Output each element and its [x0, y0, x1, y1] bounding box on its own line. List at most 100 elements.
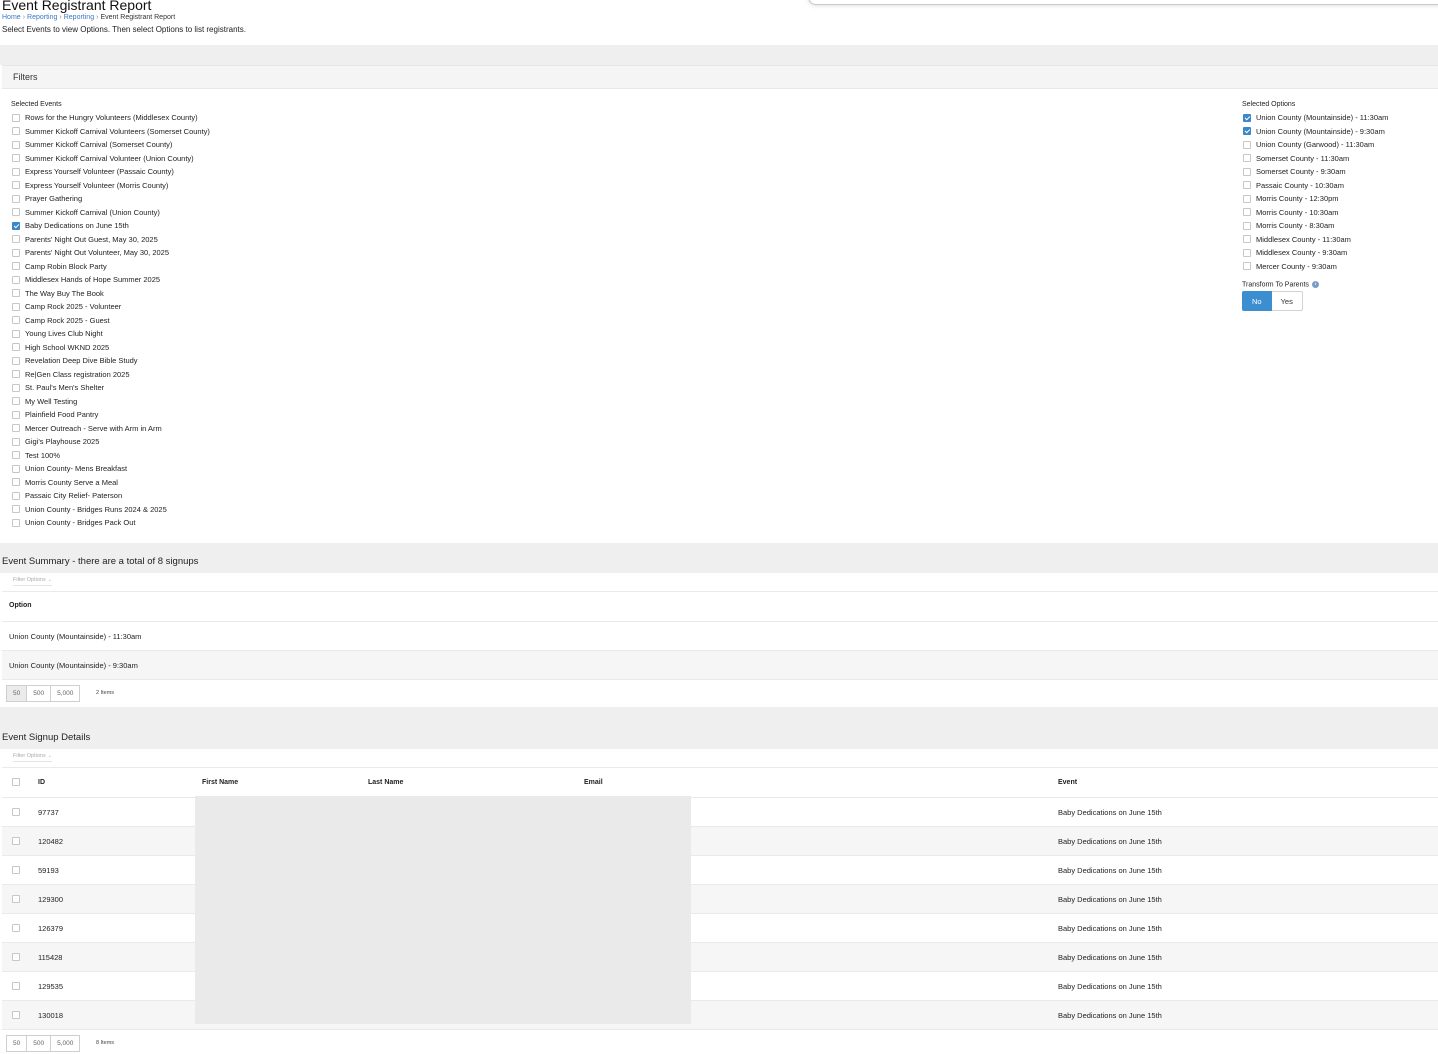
row-checkbox[interactable] [12, 837, 20, 845]
event-item[interactable]: Mercer Outreach - Serve with Arm in Arm [12, 422, 210, 436]
page-size-5000[interactable]: 5,000 [51, 685, 81, 702]
event-checkbox[interactable] [12, 464, 20, 473]
row-checkbox[interactable] [12, 808, 20, 816]
option-item[interactable]: Union County (Mountainside) - 9:30am [1243, 125, 1388, 139]
event-item[interactable]: Summer Kickoff Carnival (Somerset County… [12, 138, 210, 152]
event-item[interactable]: Rows for the Hungry Volunteers (Middlese… [12, 111, 210, 125]
row-checkbox[interactable] [12, 866, 20, 874]
event-checkbox[interactable] [12, 451, 20, 460]
event-checkbox[interactable] [12, 140, 20, 149]
event-checkbox[interactable] [12, 383, 20, 392]
option-checkbox[interactable] [1243, 221, 1251, 230]
event-item[interactable]: St. Paul's Men's Shelter [12, 381, 210, 395]
event-checkbox[interactable] [12, 208, 20, 217]
event-checkbox[interactable] [12, 302, 20, 311]
event-item[interactable]: Express Yourself Volunteer (Passaic Coun… [12, 165, 210, 179]
event-item[interactable]: Summer Kickoff Carnival Volunteer (Union… [12, 152, 210, 166]
breadcrumb-home[interactable]: Home [2, 14, 21, 21]
option-column-header[interactable]: Option [9, 602, 32, 609]
event-checkbox[interactable] [12, 113, 20, 122]
event-item[interactable]: Union County - Bridges Pack Out [12, 516, 210, 530]
event-item[interactable]: Baby Dedications on June 15th [12, 219, 210, 233]
event-item[interactable]: Middlesex Hands of Hope Summer 2025 [12, 273, 210, 287]
table-row[interactable]: Union County (Mountainside) - 9:30am [2, 650, 1438, 679]
event-item[interactable]: High School WKND 2025 [12, 341, 210, 355]
option-checkbox[interactable] [1243, 113, 1251, 122]
event-item[interactable]: My Well Testing [12, 395, 210, 409]
breadcrumb-reporting[interactable]: Reporting [27, 14, 57, 21]
option-item[interactable]: Morris County - 8:30am [1243, 219, 1388, 233]
event-item[interactable]: Express Yourself Volunteer (Morris Count… [12, 179, 210, 193]
event-item[interactable]: Plainfield Food Pantry [12, 408, 210, 422]
event-checkbox[interactable] [12, 316, 20, 325]
option-checkbox[interactable] [1243, 235, 1251, 244]
option-checkbox[interactable] [1243, 181, 1251, 190]
event-item[interactable]: The Way Buy The Book [12, 287, 210, 301]
info-icon[interactable]: i [1311, 281, 1319, 288]
event-checkbox[interactable] [12, 181, 20, 190]
option-item[interactable]: Middlesex County - 11:30am [1243, 233, 1388, 247]
event-checkbox[interactable] [12, 167, 20, 176]
event-checkbox[interactable] [12, 478, 20, 487]
event-item[interactable]: Test 100% [12, 449, 210, 463]
email-column-header[interactable]: Email [584, 779, 603, 786]
event-checkbox[interactable] [12, 127, 20, 136]
event-checkbox[interactable] [12, 505, 20, 514]
option-item[interactable]: Mercer County - 9:30am [1243, 260, 1388, 274]
option-checkbox[interactable] [1243, 248, 1251, 257]
option-checkbox[interactable] [1243, 140, 1251, 149]
event-item[interactable]: Parents' Night Out Volunteer, May 30, 20… [12, 246, 210, 260]
event-item[interactable]: Revelation Deep Dive Bible Study [12, 354, 210, 368]
page-size-500[interactable]: 500 [27, 685, 52, 702]
row-checkbox[interactable] [12, 1011, 20, 1019]
option-item[interactable]: Passaic County - 10:30am [1243, 179, 1388, 193]
event-item[interactable]: Morris County Serve a Meal [12, 476, 210, 490]
option-item[interactable]: Somerset County - 11:30am [1243, 152, 1388, 166]
event-checkbox[interactable] [12, 370, 20, 379]
option-checkbox[interactable] [1243, 194, 1251, 203]
page-size-50[interactable]: 50 [6, 1035, 28, 1052]
select-all-checkbox[interactable] [12, 778, 20, 786]
transform-yes-button[interactable]: Yes [1271, 291, 1303, 311]
option-checkbox[interactable] [1243, 208, 1251, 217]
option-checkbox[interactable] [1243, 127, 1251, 136]
option-item[interactable]: Union County (Garwood) - 11:30am [1243, 138, 1388, 152]
event-checkbox[interactable] [12, 235, 20, 244]
option-item[interactable]: Morris County - 10:30am [1243, 206, 1388, 220]
event-item[interactable]: Union County - Bridges Runs 2024 & 2025 [12, 503, 210, 517]
event-checkbox[interactable] [12, 424, 20, 433]
row-checkbox[interactable] [12, 953, 20, 961]
details-filter-options[interactable]: Filter Options ⌄ [13, 753, 52, 762]
event-checkbox[interactable] [12, 397, 20, 406]
event-checkbox[interactable] [12, 356, 20, 365]
event-checkbox[interactable] [12, 248, 20, 257]
event-column-header[interactable]: Event [1058, 779, 1077, 786]
page-size-50[interactable]: 50 [6, 685, 28, 702]
event-item[interactable]: Camp Robin Block Party [12, 260, 210, 274]
event-checkbox[interactable] [12, 410, 20, 419]
event-item[interactable]: Young Lives Club Night [12, 327, 210, 341]
event-checkbox[interactable] [12, 154, 20, 163]
event-checkbox[interactable] [12, 289, 20, 298]
event-item[interactable]: Passaic City Relief- Paterson [12, 489, 210, 503]
option-item[interactable]: Middlesex County - 9:30am [1243, 246, 1388, 260]
transform-no-button[interactable]: No [1242, 291, 1272, 311]
option-checkbox[interactable] [1243, 262, 1251, 271]
event-checkbox[interactable] [12, 275, 20, 284]
event-checkbox[interactable] [12, 437, 20, 446]
table-row[interactable]: Union County (Mountainside) - 11:30am [2, 621, 1438, 650]
event-item[interactable]: Summer Kickoff Carnival (Union County) [12, 206, 210, 220]
event-item[interactable]: Parents' Night Out Guest, May 30, 2025 [12, 233, 210, 247]
event-item[interactable]: Summer Kickoff Carnival Volunteers (Some… [12, 125, 210, 139]
row-checkbox[interactable] [12, 895, 20, 903]
last-name-column-header[interactable]: Last Name [368, 779, 403, 786]
option-item[interactable]: Somerset County - 9:30am [1243, 165, 1388, 179]
event-checkbox[interactable] [12, 518, 20, 527]
event-item[interactable]: Gigi's Playhouse 2025 [12, 435, 210, 449]
event-checkbox[interactable] [12, 343, 20, 352]
event-checkbox[interactable] [12, 262, 20, 271]
option-checkbox[interactable] [1243, 167, 1251, 176]
option-item[interactable]: Union County (Mountainside) - 11:30am [1243, 111, 1388, 125]
page-size-5000[interactable]: 5,000 [51, 1035, 81, 1052]
option-checkbox[interactable] [1243, 154, 1251, 163]
